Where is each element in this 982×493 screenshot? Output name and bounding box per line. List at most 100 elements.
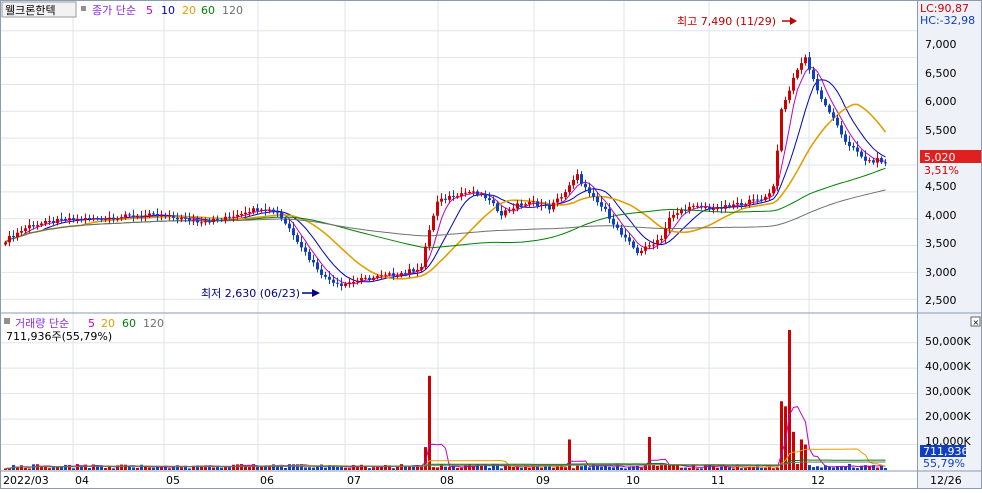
volume-bar xyxy=(800,439,803,470)
candle xyxy=(780,109,783,151)
volume-bar xyxy=(76,464,79,470)
candle xyxy=(28,225,31,229)
candle xyxy=(700,205,703,207)
candle xyxy=(436,201,439,216)
volume-bar xyxy=(576,465,579,470)
close-icon[interactable]: × xyxy=(973,318,980,327)
candle xyxy=(172,215,175,218)
candle xyxy=(264,209,267,211)
candle xyxy=(288,223,291,229)
volume-percent: 55,79% xyxy=(923,457,965,470)
candle xyxy=(328,276,331,280)
stock-name: 웰크론한텍 xyxy=(5,4,56,17)
volume-bar xyxy=(852,467,855,470)
volume-bar xyxy=(624,468,627,470)
price-legend-period-60: 60 xyxy=(201,4,215,17)
candle xyxy=(64,218,67,221)
price-legend-period-10: 10 xyxy=(161,4,175,17)
price-legend-marker xyxy=(81,6,86,11)
candle xyxy=(820,90,823,99)
price-legend-label: 종가 단순 xyxy=(92,4,136,17)
candle xyxy=(624,234,627,238)
volume-bar xyxy=(828,466,831,470)
volume-legend-marker xyxy=(4,318,10,324)
price-tick: 6,500 xyxy=(925,67,957,80)
candle xyxy=(540,204,543,207)
candle xyxy=(640,250,643,254)
volume-bar xyxy=(588,467,591,470)
candle xyxy=(32,225,35,227)
volume-bar xyxy=(340,467,343,470)
candle xyxy=(372,277,375,280)
volume-bar xyxy=(720,466,723,470)
price-change: 3,51% xyxy=(924,164,959,177)
volume-bar xyxy=(612,467,615,470)
candle xyxy=(864,156,867,161)
volume-bar xyxy=(432,467,435,470)
x-tick: 06 xyxy=(260,474,274,487)
candle xyxy=(536,201,539,207)
candle xyxy=(792,77,795,91)
candle xyxy=(476,191,479,195)
candle xyxy=(676,213,679,215)
candle xyxy=(88,217,91,219)
candle xyxy=(464,192,467,194)
candle xyxy=(828,105,831,113)
x-tick: 08 xyxy=(440,474,454,487)
candle xyxy=(468,191,471,193)
candle xyxy=(860,151,863,157)
candle xyxy=(72,218,75,220)
candle xyxy=(736,202,739,205)
candle xyxy=(232,216,235,218)
candle xyxy=(608,208,611,219)
volume-bar xyxy=(564,467,567,470)
candle xyxy=(788,90,791,101)
candle xyxy=(336,282,339,284)
candle xyxy=(684,209,687,211)
candle xyxy=(392,273,395,276)
volume-tick: 30,000K xyxy=(925,385,971,398)
volume-bar xyxy=(312,467,315,470)
candle xyxy=(612,218,615,225)
volume-bar xyxy=(712,466,715,470)
candle xyxy=(532,201,535,203)
x-tick: 10 xyxy=(626,474,640,487)
candle xyxy=(224,216,227,221)
price-tick: 5,500 xyxy=(925,124,957,137)
volume-bar xyxy=(884,468,887,470)
candle xyxy=(816,78,819,91)
volume-bar xyxy=(700,468,703,470)
volume-bar xyxy=(728,467,731,470)
candle xyxy=(280,212,283,219)
volume-bar xyxy=(372,467,375,470)
volume-bar xyxy=(400,464,403,470)
volume-bar xyxy=(684,467,687,470)
candle xyxy=(848,141,851,147)
volume-bar xyxy=(308,467,311,470)
candle xyxy=(284,218,287,224)
volume-bar xyxy=(512,466,515,470)
volume-bar xyxy=(500,468,503,470)
candle xyxy=(228,216,231,218)
candle xyxy=(720,207,723,209)
candle xyxy=(156,214,159,217)
candle xyxy=(664,228,667,239)
candle xyxy=(132,215,135,218)
candle xyxy=(108,217,111,219)
candle xyxy=(68,218,71,221)
candle xyxy=(220,219,223,221)
volume-bar xyxy=(652,465,655,470)
candle xyxy=(756,199,759,201)
volume-bar xyxy=(132,467,135,470)
volume-bar xyxy=(780,401,783,470)
volume-bar xyxy=(776,467,779,470)
stock-chart: 웰크론한텍 종가 단순 5 10 20 60 120 LC:90,87 HC:-… xyxy=(0,0,982,489)
volume-bar xyxy=(40,466,43,470)
candle xyxy=(256,208,259,211)
candle xyxy=(160,215,163,217)
candle xyxy=(180,217,183,220)
candle xyxy=(380,275,383,277)
volume-bar xyxy=(596,465,599,470)
volume-legend-label: 거래량 단순 xyxy=(15,317,69,330)
candle xyxy=(604,206,607,209)
